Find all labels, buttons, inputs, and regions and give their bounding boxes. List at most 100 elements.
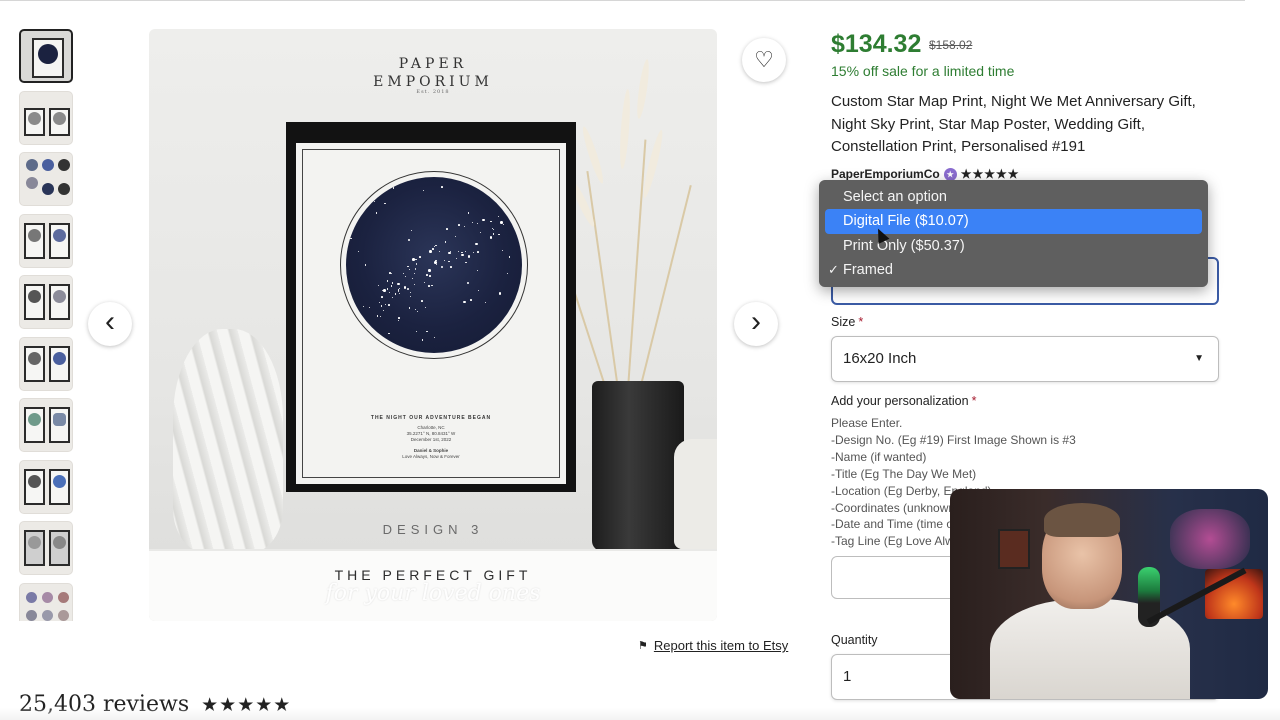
star-dot — [415, 264, 417, 266]
thumbnail-1[interactable] — [19, 29, 73, 83]
thumbnail-strip[interactable] — [19, 29, 73, 621]
star-dot — [482, 218, 485, 222]
star-dot — [375, 212, 378, 214]
star-dot — [360, 189, 363, 191]
star-dot — [498, 216, 500, 218]
star-dot — [498, 233, 500, 236]
star-dot — [520, 197, 522, 199]
size-select[interactable]: 16x20 Inch ▼ — [831, 336, 1219, 382]
star-dot — [477, 251, 479, 253]
star-dot — [448, 251, 451, 255]
star-dot — [383, 289, 386, 292]
report-item-link[interactable]: ⚑ Report this item to Etsy — [638, 638, 788, 653]
star-dot — [502, 223, 505, 226]
star-dot — [388, 332, 390, 335]
star-dot — [498, 292, 502, 295]
thumbnail-3[interactable] — [19, 152, 73, 206]
star-dot — [486, 340, 489, 343]
star-dot — [435, 263, 437, 265]
favorite-button[interactable]: ♡ — [742, 38, 786, 82]
star-dot — [409, 295, 412, 298]
star-dot — [475, 242, 478, 246]
star-dot — [402, 272, 405, 275]
dropdown-option-select[interactable]: Select an option — [825, 185, 1202, 209]
thumbnail-2[interactable] — [19, 90, 73, 145]
size-label: Size * — [831, 315, 864, 329]
dropdown-caret-icon: ▼ — [1194, 353, 1204, 364]
star-dot — [407, 238, 411, 242]
star-dot — [394, 293, 396, 295]
sale-price: $134.32 — [831, 30, 922, 58]
star-dot — [477, 289, 480, 292]
chevron-left-icon: ‹ — [105, 305, 115, 338]
prev-image-button[interactable]: ‹ — [88, 302, 132, 346]
star-dot — [390, 285, 393, 287]
star-dot — [428, 285, 430, 287]
star-dot — [410, 291, 412, 293]
thumbnail-10[interactable] — [19, 582, 73, 621]
star-dot — [508, 256, 511, 258]
star-dot — [376, 315, 379, 317]
star-dot — [507, 272, 508, 274]
star-dot — [415, 258, 417, 261]
star-dot — [428, 269, 431, 272]
star-dot — [363, 305, 365, 307]
thumbnail-8[interactable] — [19, 459, 73, 514]
star-dot — [461, 253, 464, 257]
star-dot — [425, 307, 427, 309]
star-dot — [476, 269, 478, 271]
original-price: $158.02 — [929, 38, 973, 52]
star-dot — [433, 336, 436, 339]
dropdown-option-framed[interactable]: ✓ Framed — [825, 258, 1202, 282]
star-dot — [441, 186, 443, 188]
star-dot — [419, 256, 421, 258]
star-dot — [382, 310, 384, 312]
thumbnail-7[interactable] — [19, 398, 73, 452]
star-dot — [421, 300, 423, 302]
star-dot — [446, 228, 448, 230]
thumbnail-5[interactable] — [19, 275, 73, 329]
star-dot — [414, 272, 416, 274]
star-dot — [467, 212, 470, 214]
star-dot — [489, 236, 493, 239]
thumbnail-4[interactable] — [19, 213, 73, 268]
star-dot — [350, 237, 352, 240]
top-divider — [0, 0, 1245, 1]
shop-info: PaperEmporiumCo ★ ★★★★★ — [831, 167, 1019, 181]
star-dot — [349, 231, 351, 234]
star-dot — [458, 250, 460, 252]
chevron-right-icon: › — [751, 305, 761, 338]
bottom-fade — [0, 708, 1280, 720]
star-dot — [397, 319, 399, 321]
star-dot — [415, 269, 417, 271]
star-dot — [384, 303, 386, 305]
star-dot — [380, 305, 383, 307]
star-dot — [458, 224, 460, 226]
star-dot — [440, 265, 444, 269]
star-dot — [435, 244, 437, 247]
star-dot — [392, 345, 396, 348]
checkmark-icon: ✓ — [828, 261, 839, 277]
star-dot — [374, 200, 376, 202]
star-dot — [390, 273, 392, 275]
product-title: Custom Star Map Print, Night We Met Anni… — [831, 93, 1196, 155]
star-dot — [416, 310, 419, 313]
star-seller-badge-icon: ★ — [943, 167, 957, 181]
star-dot — [507, 194, 509, 195]
star-dot — [421, 339, 424, 341]
main-product-image[interactable]: PAPER EMPORIUM Est. 2018 THE NIGHT OUR A… — [149, 29, 717, 621]
next-image-button[interactable]: › — [734, 302, 778, 346]
star-dot — [438, 251, 440, 253]
thumbnail-6[interactable] — [19, 336, 73, 391]
thumbnail-9[interactable] — [19, 521, 73, 575]
image-brand-logo: PAPER EMPORIUM — [373, 56, 493, 90]
star-dot — [411, 277, 413, 279]
shop-name-link[interactable]: PaperEmporiumCo — [831, 167, 940, 181]
star-dot — [389, 272, 391, 274]
star-dot — [465, 261, 467, 264]
star-dot — [379, 302, 381, 304]
star-dot — [426, 330, 428, 333]
star-dot — [470, 299, 472, 301]
webcam-overlay — [950, 489, 1268, 699]
personalization-label: Add your personalization * — [831, 394, 977, 408]
